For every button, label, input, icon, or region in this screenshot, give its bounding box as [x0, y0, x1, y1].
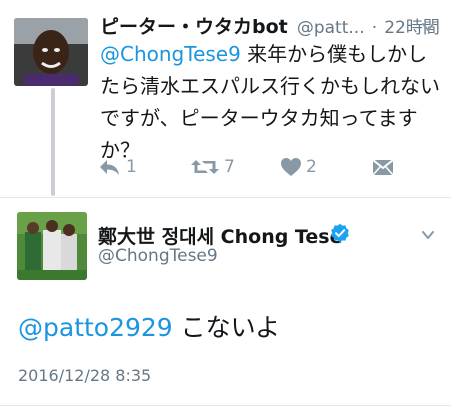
direct-message-button[interactable] [372, 152, 394, 182]
reply-icon [100, 160, 119, 175]
display-name[interactable]: 鄭大世 정대세 Chong Tese [98, 222, 342, 249]
mention-link[interactable]: @patto2929 [18, 313, 173, 342]
tweet-timestamp[interactable]: 2016/12/28 8:35 [18, 366, 151, 385]
user-handle[interactable]: @patt... [297, 18, 365, 38]
tweet-actions: 1 7 2 [98, 152, 438, 182]
separator: · [371, 18, 378, 38]
avatar-image [14, 18, 88, 86]
envelope-icon [372, 159, 394, 176]
mention-link[interactable]: @ChongTese9 [100, 42, 241, 66]
avatar[interactable] [14, 18, 88, 86]
avatar-image [17, 212, 87, 280]
tweet-divider [0, 197, 451, 198]
like-button[interactable]: 2 [280, 152, 317, 182]
display-name[interactable]: ピーター・ウタカbot [100, 16, 288, 38]
main-tweet-text: @patto2929 こないよ [18, 308, 280, 344]
reply-tweet-header: ピーター・ウタカbot @patt... · 22時間 [100, 12, 440, 38]
thread-connector-line [51, 88, 55, 196]
tweet-body: こないよ [172, 313, 281, 342]
reply-button[interactable]: 1 [98, 152, 137, 182]
reply-tweet-text: @ChongTese9 来年から僕もしかしたら清水エスパルス行くかもしれないです… [100, 38, 445, 166]
like-count: 2 [306, 157, 317, 177]
retweet-count: 7 [224, 157, 235, 177]
user-handle[interactable]: @ChongTese9 [98, 246, 218, 266]
heart-icon [281, 158, 301, 176]
bottom-divider [0, 405, 451, 406]
chevron-down-icon[interactable] [421, 20, 435, 34]
avatar[interactable] [17, 212, 87, 280]
reply-count: 1 [126, 157, 137, 177]
retweet-icon [191, 160, 219, 174]
chevron-down-icon[interactable] [421, 228, 435, 242]
retweet-button[interactable]: 7 [190, 152, 235, 182]
verified-badge-icon [331, 223, 349, 243]
